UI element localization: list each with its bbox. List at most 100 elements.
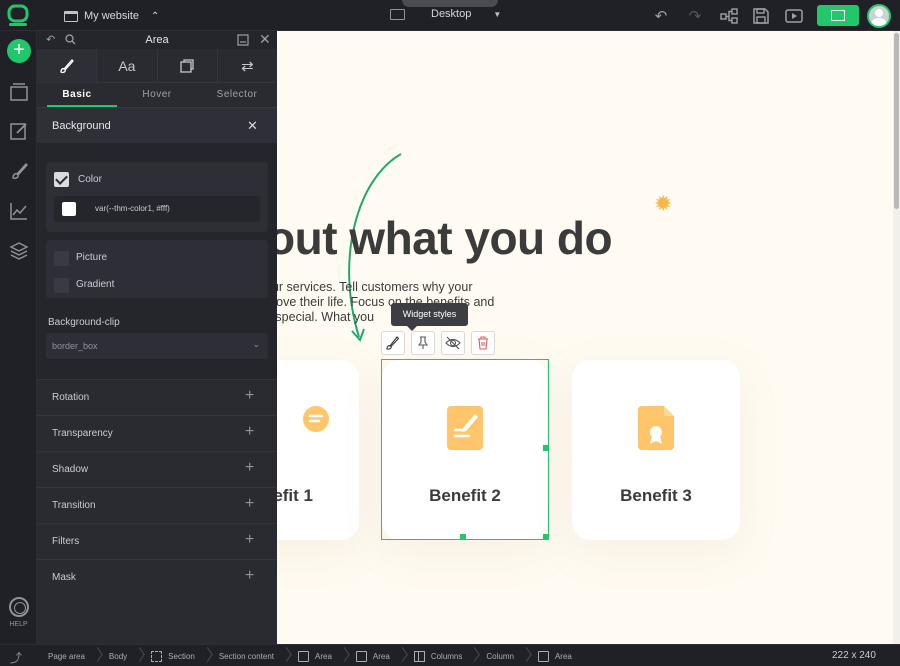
breadcrumb-separator — [398, 645, 406, 666]
breadcrumb-label: Column — [486, 651, 514, 661]
site-name: My website — [84, 10, 140, 22]
user-avatar[interactable] — [867, 4, 891, 28]
section-headline[interactable]: out what you do — [277, 211, 613, 265]
breadcrumb-section-content[interactable]: Section content — [211, 645, 282, 666]
brush-icon[interactable] — [9, 161, 29, 181]
picture-checkbox[interactable] — [54, 251, 69, 266]
breadcrumb-body[interactable]: Body — [101, 645, 135, 666]
section-label: Filters — [52, 536, 80, 547]
description-line: our services. Tell customers why your — [277, 280, 473, 294]
color-value-field[interactable]: var(--thm-color1, #fff) — [54, 196, 260, 222]
section-icon — [151, 650, 163, 662]
add-widget-button[interactable]: + — [7, 39, 31, 63]
tab-effects[interactable] — [158, 49, 218, 82]
tab-hover[interactable]: Hover — [117, 83, 197, 107]
screen-icon — [831, 10, 845, 21]
section-shadow[interactable]: Shadow + — [37, 451, 277, 487]
tab-basic[interactable]: Basic — [37, 83, 117, 107]
background-clip-select[interactable]: border_box ⌄ — [46, 333, 268, 359]
close-icon[interactable]: ✕ — [259, 31, 271, 48]
section-rotation[interactable]: Rotation + — [37, 379, 277, 415]
analytics-icon[interactable] — [9, 201, 29, 221]
breadcrumb-page-area[interactable]: Page area — [40, 645, 93, 666]
plus-icon: + — [245, 423, 255, 440]
plus-icon: + — [245, 387, 255, 404]
area-icon — [355, 650, 367, 662]
resize-handle-right[interactable] — [543, 445, 549, 451]
preview-icon[interactable] — [785, 7, 803, 25]
minimize-icon[interactable] — [237, 34, 249, 46]
area-icon — [298, 650, 309, 662]
canvas-scrollbar[interactable] — [893, 31, 900, 644]
tab-selector[interactable]: Selector — [197, 83, 277, 107]
breadcrumb-area[interactable]: Area — [290, 645, 340, 666]
app-logo-icon[interactable] — [6, 4, 30, 28]
gradient-label: Gradient — [76, 279, 115, 290]
color-value: var(--thm-color1, #fff) — [95, 204, 170, 213]
hide-widget-button[interactable] — [441, 331, 465, 355]
color-checkbox[interactable] — [54, 172, 69, 187]
resize-handle-corner[interactable] — [543, 534, 549, 540]
breadcrumb-columns[interactable]: Columns — [406, 645, 471, 666]
columns-icon — [413, 650, 425, 662]
section-transparency[interactable]: Transparency + — [37, 415, 277, 451]
pin-icon[interactable]: ⤴ — [10, 649, 22, 666]
breadcrumb-section[interactable]: Section — [143, 645, 203, 666]
benefit-card-3[interactable]: Benefit 3 — [572, 360, 740, 540]
sitemap-icon[interactable] — [720, 7, 738, 25]
section-transition[interactable]: Transition + — [37, 487, 277, 523]
breadcrumb-area[interactable]: Area — [348, 645, 398, 666]
benefit-card-1[interactable]: efit 1 — [277, 360, 359, 540]
save-icon[interactable] — [752, 7, 770, 25]
selection-frame[interactable] — [381, 359, 549, 540]
plus-icon: + — [245, 459, 255, 476]
breadcrumb-column[interactable]: Column — [478, 645, 522, 666]
card-title: Benefit 3 — [620, 486, 692, 505]
pin-widget-button[interactable] — [411, 331, 435, 355]
undo-icon[interactable]: ↶ — [652, 7, 670, 25]
section-label: Shadow — [52, 464, 89, 475]
breadcrumb-label: Body — [108, 651, 128, 661]
brush-icon — [386, 336, 400, 350]
device-selector[interactable]: Desktop ▼ — [390, 8, 501, 20]
site-selector[interactable]: My website ⌃ — [64, 7, 159, 25]
top-bar: My website ⌃ Desktop ▼ ↶ ↷ — [0, 0, 900, 31]
background-title: Background — [52, 120, 111, 132]
breadcrumb: Page area Body Section Section content A… — [40, 645, 580, 666]
edit-icon[interactable] — [9, 121, 29, 141]
background-section-header[interactable]: Background ✕ — [37, 107, 277, 143]
breadcrumb-separator — [93, 645, 101, 666]
window-icon — [64, 10, 78, 22]
publish-button[interactable] — [817, 5, 859, 26]
plus-icon: + — [245, 567, 255, 584]
layers-icon[interactable] — [9, 241, 29, 261]
widget-styles-button[interactable] — [381, 331, 405, 355]
breadcrumb-separator — [282, 645, 290, 666]
sparkle-icon: ✹ — [654, 191, 673, 216]
section-mask[interactable]: Mask + — [37, 559, 277, 595]
breadcrumb-separator — [135, 645, 143, 666]
image-group: Picture Gradient — [46, 240, 268, 298]
widget-styles-tooltip: Widget styles — [391, 303, 468, 331]
pages-icon[interactable] — [9, 82, 29, 102]
close-icon[interactable]: ✕ — [247, 118, 258, 134]
redo-icon[interactable]: ↷ — [686, 7, 704, 25]
gradient-checkbox[interactable] — [54, 278, 69, 293]
shuffle-icon: ⇄ — [241, 57, 254, 75]
tab-style[interactable] — [37, 49, 98, 82]
chat-icon — [303, 406, 329, 432]
chevron-up-icon: ⌃ — [151, 10, 160, 22]
device-tab-handle[interactable] — [402, 0, 498, 7]
background-section-body: Color var(--thm-color1, #fff) Picture Gr… — [37, 143, 277, 379]
tab-typography[interactable]: Aa — [97, 49, 158, 82]
tab-animation[interactable]: ⇄ — [218, 49, 277, 82]
scrollbar-thumb[interactable] — [894, 33, 899, 209]
breadcrumb-area-current[interactable]: Area — [530, 645, 580, 666]
editor-canvas[interactable]: ✹ out what you do our services. Tell cus… — [277, 31, 893, 644]
color-swatch[interactable] — [62, 202, 76, 216]
resize-handle-bottom[interactable] — [460, 534, 466, 540]
style-panel: ↶ Area ✕ Aa ⇄ Basic Hover Selector Backg… — [37, 31, 277, 644]
help-button[interactable]: HELP — [0, 597, 37, 628]
delete-widget-button[interactable] — [471, 331, 495, 355]
section-filters[interactable]: Filters + — [37, 523, 277, 559]
